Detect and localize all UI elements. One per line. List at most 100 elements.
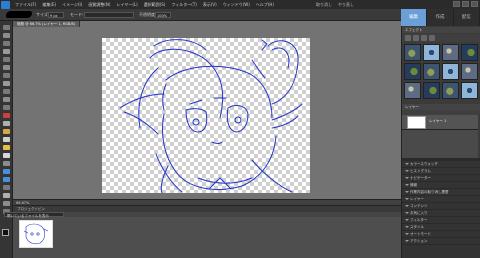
menu-layer[interactable]: レイヤー(L): [113, 0, 140, 9]
mode-select[interactable]: [84, 12, 134, 18]
size-value: 9 px: [50, 14, 58, 18]
mode-label: モード:: [70, 12, 84, 17]
marquee-tool-icon[interactable]: [3, 57, 10, 62]
effects-text-icon[interactable]: [429, 35, 435, 41]
undo-button[interactable]: 取り消し: [316, 2, 332, 8]
menu-filter[interactable]: フィルター(T): [168, 0, 199, 9]
effect-thumbnail[interactable]: [442, 63, 459, 80]
panel-row[interactable]: コンテンツ: [402, 203, 480, 210]
document-tab[interactable]: 無題 @ 66.7% (レイヤー 1, RGB/8): [13, 21, 81, 27]
type-tool-icon[interactable]: [3, 81, 10, 86]
layer-name[interactable]: レイヤー 1: [429, 119, 446, 124]
effects-toolbar: [402, 34, 480, 42]
eraser-tool-icon[interactable]: [3, 137, 10, 142]
effect-thumbnail[interactable]: [461, 82, 478, 99]
eyedropper-tool-icon[interactable]: [3, 49, 10, 54]
effects-panel-header[interactable]: エフェクト: [402, 27, 480, 33]
panel-row[interactable]: お気に入り: [402, 210, 480, 217]
mode-tabs: 編集 作成 配信: [401, 9, 480, 26]
window-controls: [453, 1, 478, 7]
redo-button[interactable]: やり直し: [338, 2, 354, 8]
panel-row[interactable]: フィルター: [402, 217, 480, 224]
effect-thumbnail[interactable]: [404, 44, 421, 61]
effects-photo-icon[interactable]: [421, 35, 427, 41]
layer-thumbnail: [407, 116, 426, 129]
app-logo-icon: [1, 0, 10, 9]
tab-share[interactable]: 配信: [454, 9, 480, 26]
shape-tool-icon[interactable]: [3, 185, 10, 190]
menu-window[interactable]: ウィンドウ(W): [220, 0, 253, 9]
thumbnail-sketch-icon: [23, 223, 49, 245]
maximize-button[interactable]: [462, 1, 469, 7]
clone-stamp-tool-icon[interactable]: [3, 129, 10, 134]
panel-row[interactable]: 情報: [402, 182, 480, 189]
panel-row[interactable]: 作業内容の取り消し履歴: [402, 189, 480, 196]
document-thumbnail[interactable]: [19, 220, 53, 248]
panel-row[interactable]: オートモード: [402, 231, 480, 238]
foreground-color-swatch[interactable]: [2, 229, 9, 236]
minimize-button[interactable]: [453, 1, 460, 7]
panel-row[interactable]: ヒストグラム: [402, 168, 480, 175]
menu-select[interactable]: 選択範囲(S): [141, 0, 169, 9]
effects-filter-icon[interactable]: [405, 35, 411, 41]
panel-row[interactable]: ナビゲーター: [402, 175, 480, 182]
spot-healing-tool-icon[interactable]: [3, 121, 10, 126]
menu-bar: ファイル(F) 編集(E) イメージ(I) 画質調整(N) レイヤー(L) 選択…: [0, 0, 480, 9]
tab-create[interactable]: 作成: [427, 9, 454, 26]
effect-thumbnail[interactable]: [404, 63, 421, 80]
effect-thumbnail[interactable]: [461, 44, 478, 61]
straighten-tool-icon[interactable]: [3, 105, 10, 110]
project-bin: [13, 217, 401, 258]
crop-tool-icon[interactable]: [3, 89, 10, 94]
lasso-tool-icon[interactable]: [3, 65, 10, 70]
toolbox: [0, 21, 13, 258]
panel-row[interactable]: スタイル: [402, 224, 480, 231]
effect-thumbnail[interactable]: [423, 44, 440, 61]
paint-bucket-tool-icon[interactable]: [3, 169, 10, 174]
project-bin-filter-select[interactable]: 開いているファイルを表示: [4, 212, 64, 218]
opacity-field[interactable]: 100%: [155, 12, 171, 18]
pencil-tool-icon[interactable]: [3, 145, 10, 150]
menu-enhance[interactable]: 画質調整(N): [85, 0, 113, 9]
menu-file[interactable]: ファイル(F): [12, 0, 39, 9]
cookie-cutter-tool-icon[interactable]: [3, 97, 10, 102]
tab-edit[interactable]: 編集: [401, 9, 428, 26]
brush-preset-preview[interactable]: [6, 11, 32, 18]
layers-list-empty-area: [402, 130, 478, 158]
magic-wand-tool-icon[interactable]: [3, 73, 10, 78]
menu-image[interactable]: イメージ(I): [59, 0, 85, 9]
move-tool-icon[interactable]: [3, 25, 10, 30]
panel-row[interactable]: カラースウォッチ: [402, 161, 480, 168]
effect-thumbnail[interactable]: [423, 63, 440, 80]
blur-tool-icon[interactable]: [3, 193, 10, 198]
menu-view[interactable]: 表示(V): [200, 0, 220, 9]
tool-options-bar: サイズ: 9 px モード: 不透明度: 100%: [0, 9, 401, 21]
red-eye-tool-icon[interactable]: [3, 113, 10, 118]
undo-redo-group: 取り消し やり直し: [316, 0, 354, 9]
sponge-tool-icon[interactable]: [3, 201, 10, 206]
effects-style-icon[interactable]: [413, 35, 419, 41]
close-button[interactable]: [471, 1, 478, 7]
smart-brush-tool-icon[interactable]: [3, 161, 10, 166]
project-bin-filter-value: 開いているファイルを表示: [7, 214, 49, 218]
effect-thumbnail[interactable]: [461, 63, 478, 80]
project-bin-header: プロジェクトビン: [13, 205, 401, 212]
panel-row[interactable]: レイヤー: [402, 196, 480, 203]
size-field[interactable]: 9 px: [48, 12, 64, 18]
menu-edit[interactable]: 編集(E): [39, 0, 59, 9]
zoom-tool-icon[interactable]: [3, 33, 10, 38]
opacity-value: 100%: [157, 14, 168, 18]
effect-thumbnail[interactable]: [423, 82, 440, 99]
brush-tool-icon[interactable]: [3, 153, 10, 158]
effect-thumbnail[interactable]: [404, 82, 421, 99]
collapsed-panels-list: カラースウォッチ ヒストグラム ナビゲーター 情報 作業内容の取り消し履歴 レイ…: [402, 161, 480, 258]
image-canvas[interactable]: [102, 38, 310, 194]
hand-tool-icon[interactable]: [3, 41, 10, 46]
menu-help[interactable]: ヘルプ(H): [253, 0, 277, 9]
opacity-label: 不透明度:: [139, 12, 157, 17]
effects-thumbnail-grid: [404, 44, 478, 100]
panel-row[interactable]: アクション: [402, 238, 480, 245]
effect-thumbnail[interactable]: [442, 82, 459, 99]
gradient-tool-icon[interactable]: [3, 177, 10, 182]
effect-thumbnail[interactable]: [442, 44, 459, 61]
